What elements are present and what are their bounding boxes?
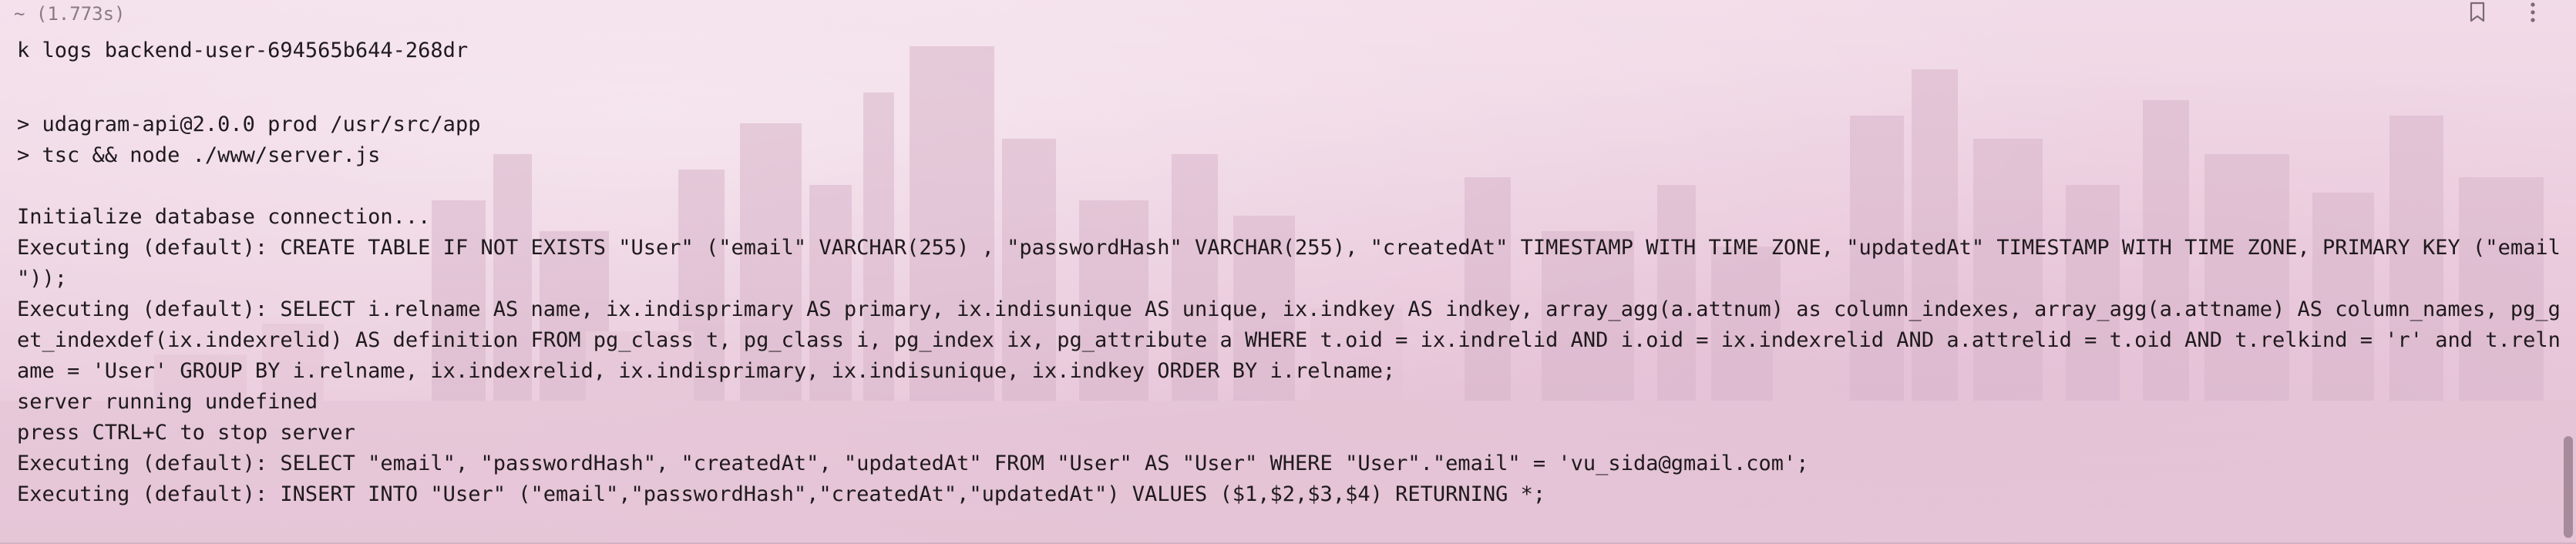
- scrollbar-thumb[interactable]: [2564, 436, 2573, 538]
- output-line: "));: [17, 267, 68, 290]
- output-line: > tsc && node ./www/server.js: [17, 143, 381, 167]
- output-line: > udagram-api@2.0.0 prod /usr/src/app: [17, 112, 481, 136]
- command-text[interactable]: k logs backend-user-694565b644-268dr: [17, 37, 468, 65]
- command-output: > udagram-api@2.0.0 prod /usr/src/app > …: [17, 109, 2561, 510]
- output-line: Executing (default): CREATE TABLE IF NOT…: [17, 236, 2561, 260]
- bookmark-icon[interactable]: [2465, 0, 2490, 25]
- command-duration: ~ (1.773s): [14, 3, 126, 25]
- output-line: Executing (default): SELECT i.relname AS…: [17, 297, 2561, 321]
- block-actions: [2465, 0, 2545, 25]
- output-line: et_indexdef(ix.indexrelid) AS definition…: [17, 328, 2561, 352]
- output-line: Executing (default): SELECT "email", "pa…: [17, 452, 1809, 475]
- output-line: Initialize database connection...: [17, 205, 431, 229]
- output-line: press CTRL+C to stop server: [17, 421, 355, 445]
- scrollbar[interactable]: [2559, 0, 2576, 544]
- terminal-block: ~ (1.773s) k logs backend-user-694565b64…: [0, 0, 2576, 544]
- output-line: server running undefined: [17, 390, 318, 414]
- output-line: ame = 'User' GROUP BY i.relname, ix.inde…: [17, 359, 1396, 383]
- output-line: Executing (default): INSERT INTO "User" …: [17, 482, 1546, 506]
- more-vertical-icon[interactable]: [2521, 0, 2545, 25]
